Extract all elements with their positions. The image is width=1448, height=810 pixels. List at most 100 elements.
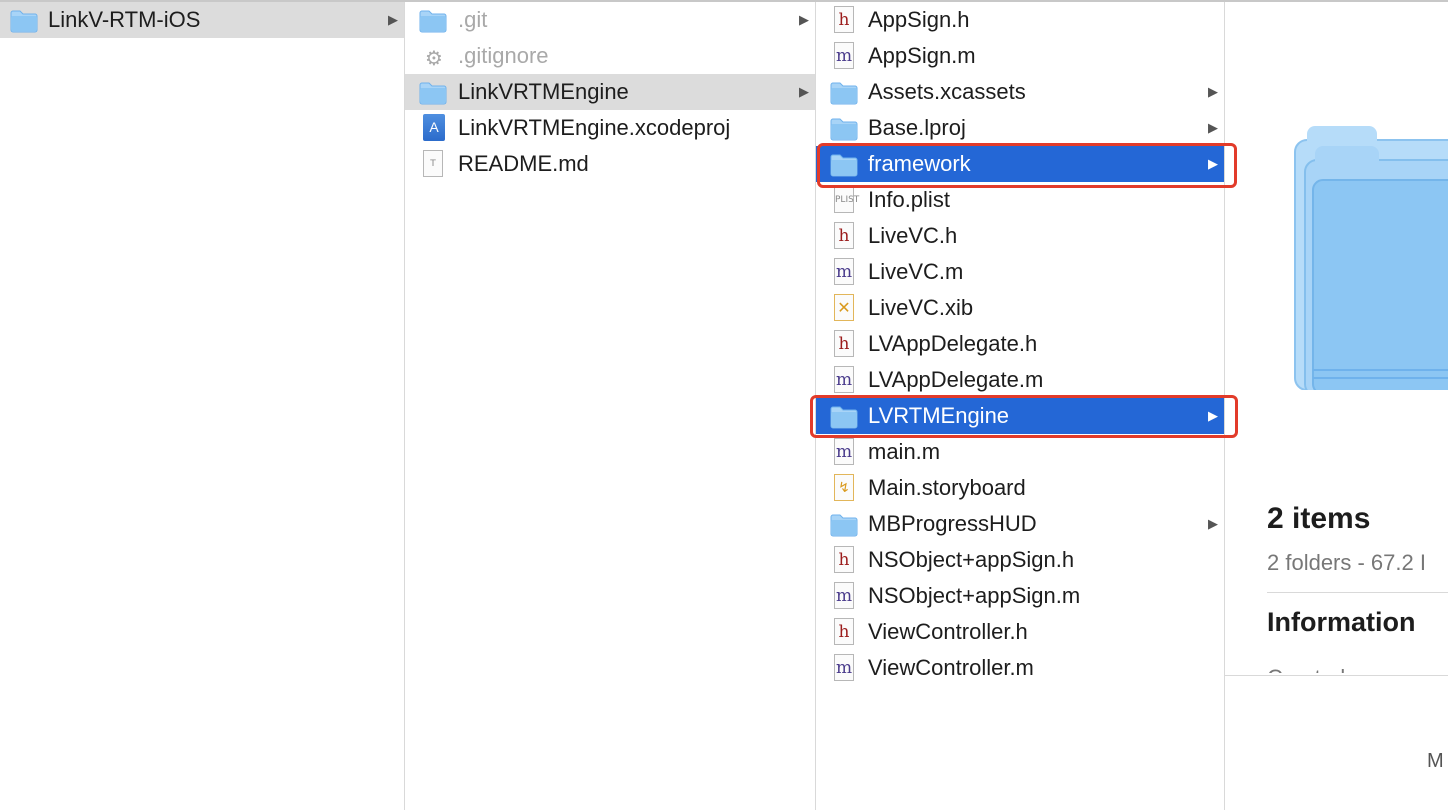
xib-file-icon: ✕ (834, 294, 854, 321)
file-name-label: Assets.xcassets (868, 79, 1026, 104)
folder-stack-icon (1294, 126, 1448, 390)
created-label: Created (1267, 665, 1345, 673)
objc-file-icon: m (834, 582, 854, 609)
objc-file-icon: m (834, 258, 854, 285)
file-row-nsobject-appsign-m[interactable]: m NSObject+appSign.m (816, 578, 1224, 614)
preview-bottom-divider (1225, 675, 1448, 676)
file-name-label: .git (458, 7, 488, 32)
file-name-label: Base.lproj (868, 115, 966, 140)
file-name-label: ViewController.h (868, 619, 1028, 644)
chevron-right-icon: ▶ (799, 84, 809, 99)
file-name-label: LiveVC.m (868, 259, 964, 284)
objc-file-icon: m (834, 42, 854, 69)
file-name-label: main.m (868, 439, 941, 464)
header-file-icon: h (834, 222, 854, 249)
preview-items-title: 2 items (1267, 502, 1371, 535)
header-file-icon: h (834, 618, 854, 645)
objc-file-icon: m (834, 366, 854, 393)
file-row-base-lproj[interactable]: Base.lproj ▶ (816, 110, 1224, 146)
folder-icon (830, 404, 858, 429)
chevron-right-icon: ▶ (1208, 84, 1218, 99)
folder-icon (830, 512, 858, 537)
file-name-label: Info.plist (868, 187, 950, 212)
file-name-label: LiveVC.xib (868, 295, 974, 320)
file-row-linkv-rtm-ios[interactable]: LinkV-RTM-iOS ▶ (0, 2, 404, 38)
file-name-label: README.md (458, 151, 589, 176)
file-row-livevc-h[interactable]: h LiveVC.h (816, 218, 1224, 254)
folder-icon (419, 80, 447, 105)
column-3[interactable]: h AppSign.h m AppSign.m Assets.xcassets ▶ Base… (816, 2, 1225, 810)
column-1[interactable]: LinkV-RTM-iOS ▶ (0, 2, 405, 810)
column-2[interactable]: .git ▶ ⚙ .gitignore LinkVRTMEngine ▶ A LinkVRTM… (405, 2, 816, 810)
file-name-label: LinkV-RTM-iOS (48, 7, 201, 32)
folder-icon (419, 8, 447, 33)
finder-window: LinkV-RTM-iOS ▶ .git ▶ ⚙ .gitignore LinkVRTME… (0, 0, 1448, 810)
chevron-right-icon: ▶ (799, 12, 809, 27)
file-name-label: NSObject+appSign.m (868, 583, 1081, 608)
file-name-label: LVRTMEngine (868, 403, 1010, 428)
preview-divider (1267, 592, 1448, 593)
chevron-right-icon: ▶ (1208, 408, 1218, 423)
chevron-right-icon: ▶ (1208, 156, 1218, 171)
xcodeproj-icon: A (423, 114, 445, 141)
file-row-linkvrtmengine-xcodeproj[interactable]: A LinkVRTMEngine.xcodeproj (405, 110, 815, 146)
file-row-linkvrtmengine[interactable]: LinkVRTMEngine ▶ (405, 74, 815, 110)
gear-icon: ⚙ (425, 48, 443, 70)
file-name-label: LVAppDelegate.h (868, 331, 1038, 356)
folder-icon (830, 152, 858, 177)
header-file-icon: h (834, 546, 854, 573)
file-row-livevc-xib[interactable]: ✕ LiveVC.xib (816, 290, 1224, 326)
file-row-livevc-m[interactable]: m LiveVC.m (816, 254, 1224, 290)
file-name-label: framework (868, 151, 971, 176)
file-row-lvappdelegate-m[interactable]: m LVAppDelegate.m (816, 362, 1224, 398)
file-name-label: AppSign.m (868, 43, 976, 68)
column-2-list: .git ▶ ⚙ .gitignore LinkVRTMEngine ▶ A LinkVRTM… (405, 2, 815, 182)
file-row-viewcontroller-h[interactable]: h ViewController.h (816, 614, 1224, 650)
preview-items-subtitle: 2 folders - 67.2 I (1267, 550, 1426, 575)
folder-icon (830, 116, 858, 141)
file-row-readme-md[interactable]: T README.md (405, 146, 815, 182)
file-row-main-storyboard[interactable]: ↯ Main.storyboard (816, 470, 1224, 506)
file-name-label: NSObject+appSign.h (868, 547, 1075, 572)
file-row-git[interactable]: .git ▶ (405, 2, 815, 38)
file-name-label: .gitignore (458, 43, 549, 68)
file-name-label: LinkVRTMEngine (458, 79, 629, 104)
information-heading: Information (1267, 607, 1416, 637)
header-file-icon: h (834, 330, 854, 357)
file-row-assets-xcassets[interactable]: Assets.xcassets ▶ (816, 74, 1224, 110)
file-name-label: ViewController.m (868, 655, 1034, 680)
file-name-label: Main.storyboard (868, 475, 1026, 500)
information-cut-row: Created (1267, 663, 1448, 673)
file-name-label: AppSign.h (868, 7, 970, 32)
chevron-right-icon: ▶ (388, 12, 398, 27)
chevron-right-icon: ▶ (1208, 120, 1218, 135)
folder-icon (830, 80, 858, 105)
chevron-right-icon: ▶ (1208, 516, 1218, 531)
file-name-label: LVAppDelegate.m (868, 367, 1044, 392)
file-row-main-m[interactable]: m main.m (816, 434, 1224, 470)
file-row-gitignore[interactable]: ⚙ .gitignore (405, 38, 815, 74)
file-row-appsign-m[interactable]: m AppSign.m (816, 38, 1224, 74)
storyboard-file-icon: ↯ (834, 474, 854, 501)
file-name-label: LiveVC.h (868, 223, 958, 248)
file-row-nsobject-appsign-h[interactable]: h NSObject+appSign.h (816, 542, 1224, 578)
folder-icon (10, 8, 38, 33)
more-button[interactable]: M (1427, 750, 1444, 773)
file-row-info-plist[interactable]: PLIST Info.plist (816, 182, 1224, 218)
file-name-label: LinkVRTMEngine.xcodeproj (458, 115, 731, 140)
plist-file-icon: PLIST (834, 186, 859, 213)
preview-pane: 2 items 2 folders - 67.2 I Information C… (1225, 2, 1448, 810)
column-3-list: h AppSign.h m AppSign.m Assets.xcassets ▶ Base… (816, 2, 1224, 686)
header-file-icon: h (834, 6, 854, 33)
file-row-framework[interactable]: framework ▶ (816, 146, 1224, 182)
file-row-lvrtmengine[interactable]: LVRTMEngine ▶ (816, 398, 1224, 434)
file-row-viewcontroller-m[interactable]: m ViewController.m (816, 650, 1224, 686)
file-row-appsign-h[interactable]: h AppSign.h (816, 2, 1224, 38)
objc-file-icon: m (834, 654, 854, 681)
objc-file-icon: m (834, 438, 854, 465)
column-1-list: LinkV-RTM-iOS ▶ (0, 2, 404, 38)
file-row-lvappdelegate-h[interactable]: h LVAppDelegate.h (816, 326, 1224, 362)
file-name-label: MBProgressHUD (868, 511, 1037, 536)
text-file-icon: T (423, 150, 443, 177)
file-row-mbprogresshud[interactable]: MBProgressHUD ▶ (816, 506, 1224, 542)
